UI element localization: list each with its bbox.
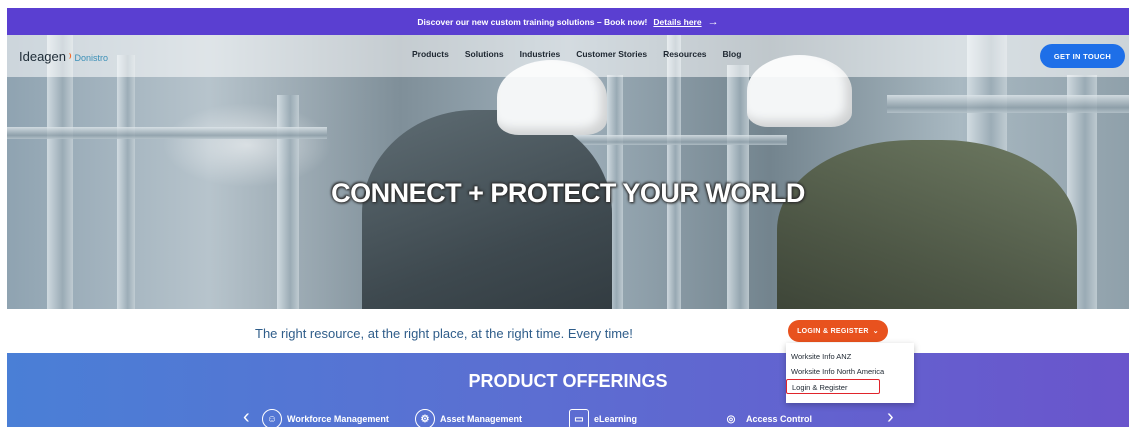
pipe-graphic: [7, 127, 327, 139]
hero-title: CONNECT + PROTECT YOUR WORLD: [331, 178, 805, 208]
pipe-graphic: [567, 135, 787, 145]
gear-icon: ⚙: [415, 409, 435, 427]
promo-details-link[interactable]: Details here: [653, 17, 701, 27]
get-in-touch-button[interactable]: GET IN TOUCH: [1040, 44, 1125, 68]
dropdown-item-worksite-anz[interactable]: Worksite Info ANZ: [786, 349, 914, 364]
offering-label: eLearning: [594, 414, 638, 424]
worker-right-figure: [777, 140, 1077, 309]
section-title: PRODUCT OFFERINGS: [468, 371, 668, 391]
tagline-text: The right resource, at the right place, …: [255, 326, 633, 341]
offering-asset-management[interactable]: ⚙ Asset Management: [415, 409, 522, 427]
offering-access-control[interactable]: ◎ Access Control: [721, 409, 812, 427]
logo-mark-icon: ⁾: [69, 53, 72, 64]
offering-elearning[interactable]: ▭ eLearning: [569, 409, 637, 427]
login-register-button[interactable]: LOGIN & REGISTER ⌄: [788, 320, 888, 342]
offering-workforce-management[interactable]: ☺ Workforce Management: [262, 409, 389, 427]
nav-item-customer-stories[interactable]: Customer Stories: [576, 49, 647, 59]
nav-item-solutions[interactable]: Solutions: [465, 49, 504, 59]
login-register-label: LOGIN & REGISTER: [797, 327, 869, 335]
nav-item-products[interactable]: Products: [412, 49, 449, 59]
fingerprint-icon: ◎: [726, 413, 736, 425]
promo-text: Discover our new custom training solutio…: [417, 16, 648, 27]
nav-item-resources[interactable]: Resources: [663, 49, 706, 59]
nav-menu: Products Solutions Industries Customer S…: [412, 49, 741, 59]
promo-bar: Discover our new custom training solutio…: [7, 8, 1129, 35]
nav-item-industries[interactable]: Industries: [520, 49, 561, 59]
offering-label: Workforce Management: [287, 414, 389, 424]
hero-banner: Ideagen ⁾ Donistro Products Solutions In…: [7, 35, 1129, 309]
carousel-next-icon[interactable]: ›: [887, 407, 894, 427]
people-icon: ☺: [262, 409, 282, 427]
logo-wordmark: Ideagen: [19, 49, 66, 64]
ideagen-logo[interactable]: Ideagen ⁾ Donistro: [19, 49, 108, 64]
pipe-graphic: [887, 95, 1129, 113]
nav-item-blog[interactable]: Blog: [723, 49, 742, 59]
dropdown-item-login-register[interactable]: Login & Register: [786, 379, 880, 394]
top-navigation: Ideagen ⁾ Donistro Products Solutions In…: [7, 35, 1129, 77]
offerings-carousel: ‹ ☺ Workforce Management ⚙ Asset Managem…: [7, 407, 1129, 427]
product-offerings-section: PRODUCT OFFERINGS ‹ ☺ Workforce Manageme…: [7, 353, 1129, 427]
arrow-right-icon[interactable]: →: [708, 16, 719, 28]
chevron-down-icon: ⌄: [872, 328, 879, 335]
offering-label: Asset Management: [440, 414, 523, 424]
dropdown-item-worksite-north-america[interactable]: Worksite Info North America: [786, 364, 914, 379]
laptop-icon: ▭: [569, 409, 589, 427]
worker-left-figure: [362, 110, 612, 309]
tagline-section: The right resource, at the right place, …: [7, 309, 1129, 353]
carousel-prev-icon[interactable]: ‹: [243, 407, 250, 427]
offering-label: Access Control: [746, 414, 813, 424]
login-dropdown-menu: Worksite Info ANZ Worksite Info North Am…: [786, 343, 914, 403]
logo-subbrand: Donistro: [74, 53, 108, 63]
